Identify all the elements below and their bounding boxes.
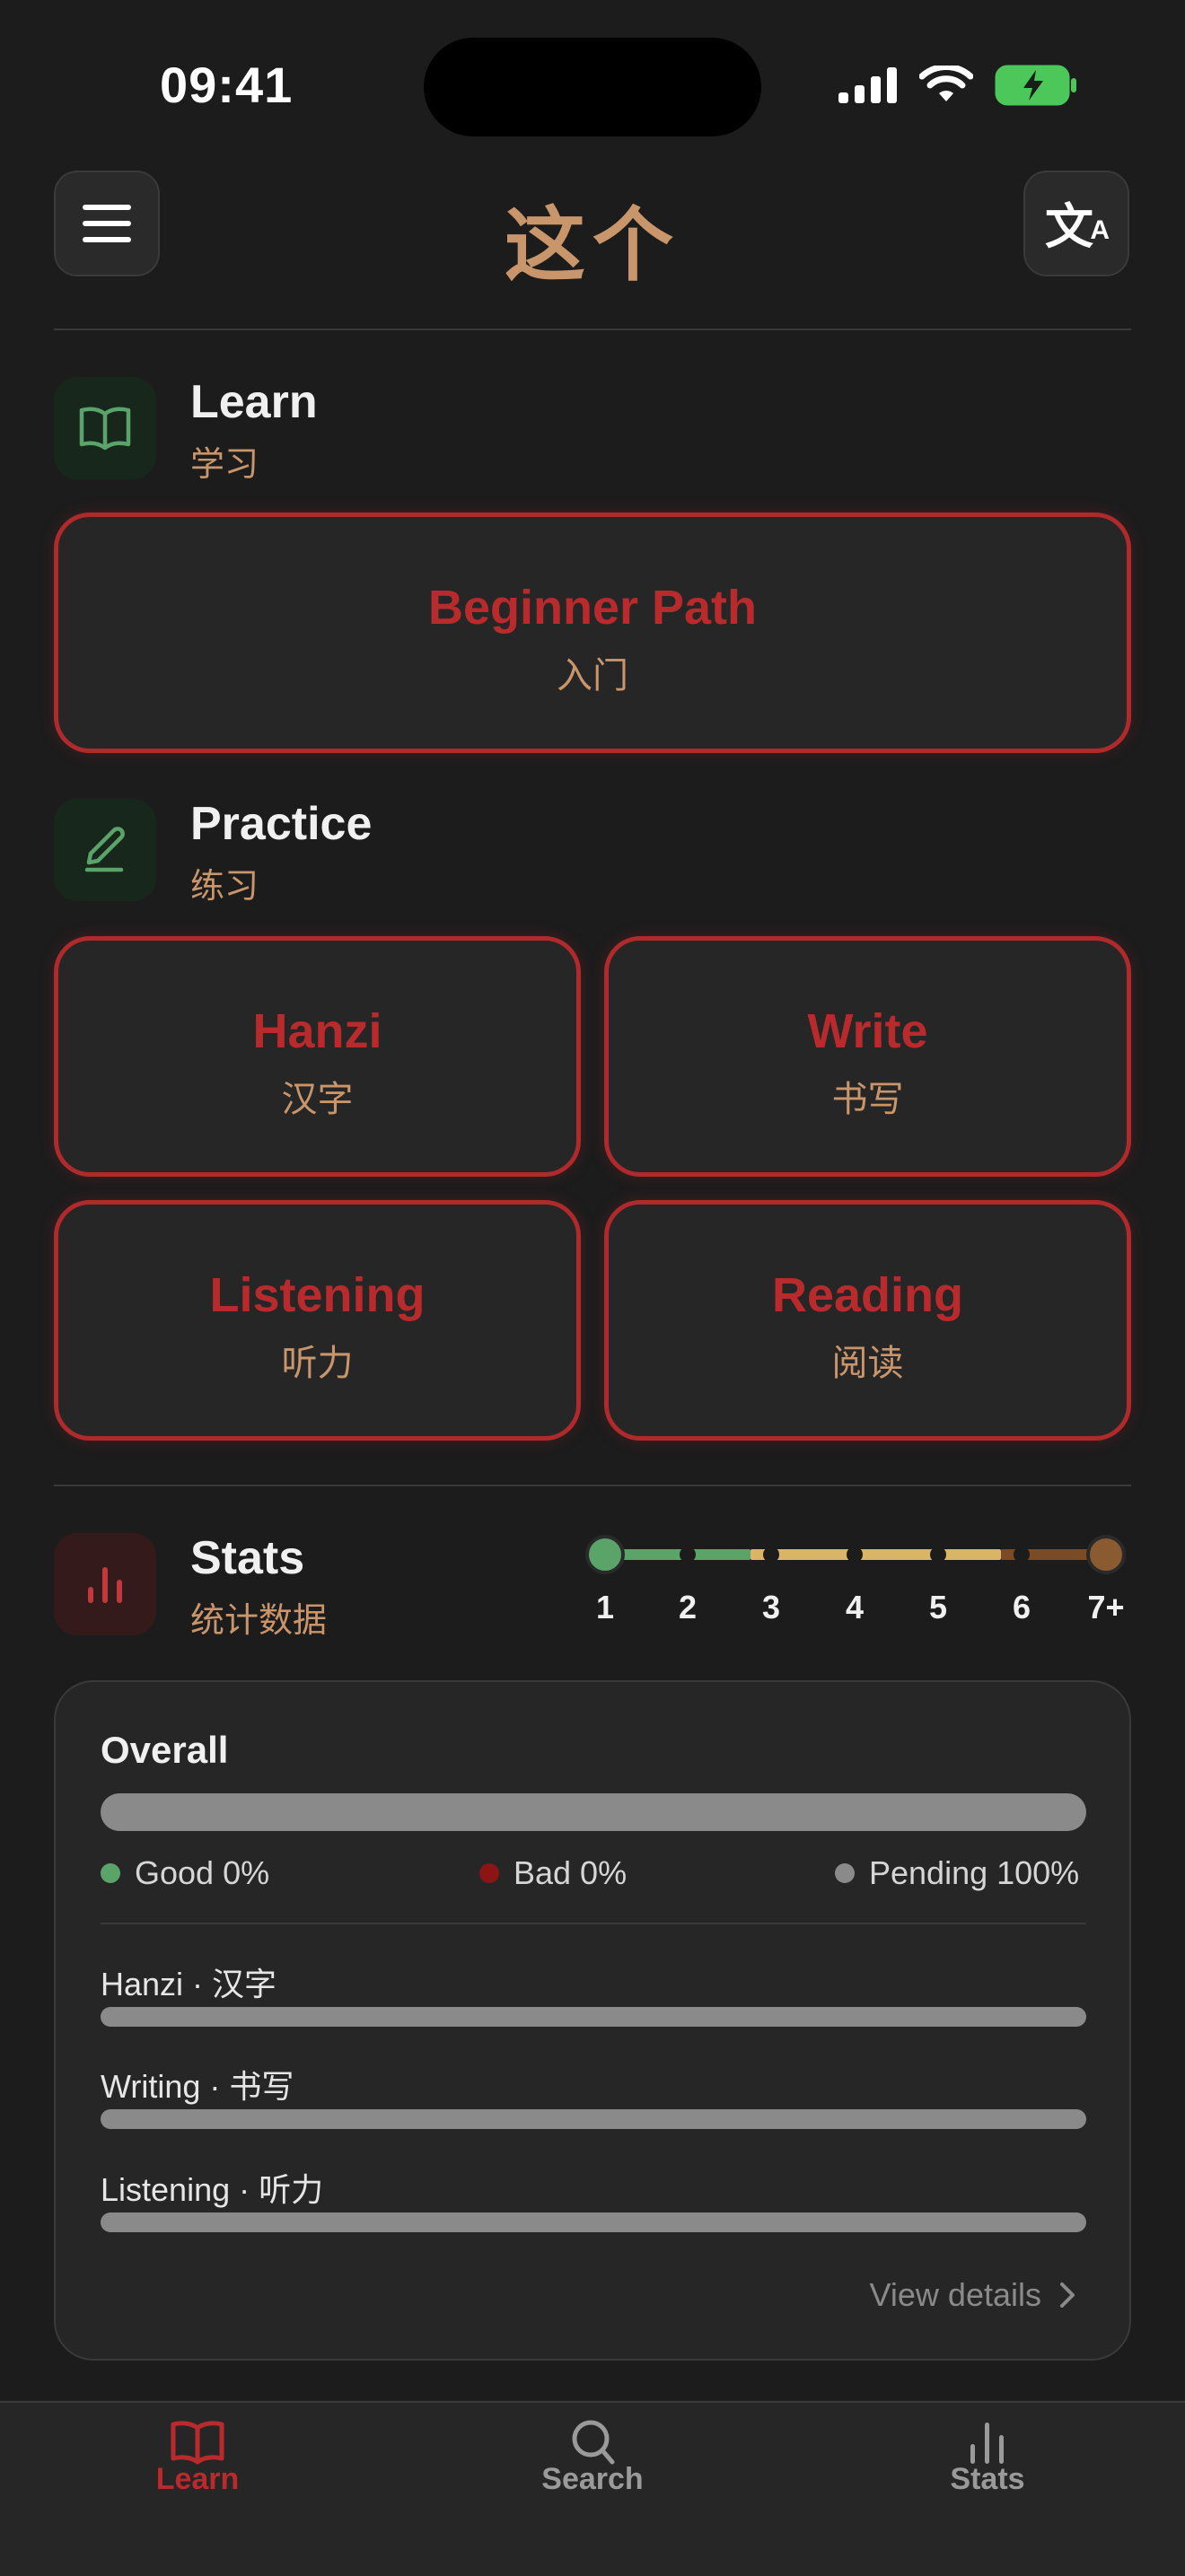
wifi-icon [919, 66, 973, 101]
tab-label: Stats [950, 2462, 1025, 2496]
learn-title: Learn [190, 376, 318, 428]
card-label: Write [807, 1004, 928, 1058]
bar-chart-icon [970, 2423, 1004, 2464]
level-dot-3 [763, 1546, 779, 1563]
tab-label: Search [541, 2462, 644, 2496]
card-label: Listening [209, 1268, 426, 1322]
bar-chart-icon [88, 1567, 122, 1603]
level-label: 3 [761, 1589, 781, 1625]
level-label: 2 [678, 1589, 698, 1625]
card-label: Reading [771, 1268, 964, 1322]
legend-good-label: Good 0% [135, 1854, 270, 1891]
card-sublabel: 听力 [281, 1344, 354, 1383]
level-scale: 1 2 3 4 5 6 7+ [584, 1526, 1131, 1634]
breakdown-label-hanzi: Hanzi · 汉字 [101, 1966, 277, 2002]
practice-subtitle: 练习 [190, 868, 259, 906]
legend-good: Good 0% [101, 1851, 269, 1896]
breakdown-label-writing: Writing · 书写 [101, 2068, 294, 2105]
card-sublabel: 阅读 [831, 1344, 904, 1383]
level-dot-5 [930, 1546, 946, 1563]
level-label: 7+ [1087, 1589, 1125, 1625]
app-title: 这个 [505, 197, 680, 293]
level-label: 1 [595, 1589, 615, 1625]
status-bar: 09:41 [0, 0, 1185, 171]
level-label: 4 [845, 1589, 865, 1625]
practice-section-header: Practice 练习 [54, 798, 1131, 907]
overall-stats-panel: Overall Good 0% Bad 0% Pending 100% Hanz… [54, 1680, 1131, 2361]
level-label: 5 [928, 1589, 948, 1625]
overall-title: Overall [101, 1729, 229, 1771]
level-scale-labels: 1 2 3 4 5 6 7+ [584, 1589, 1131, 1634]
level-label: 6 [1012, 1589, 1031, 1625]
language-button[interactable]: 文 A [1023, 171, 1129, 276]
beginner-path-card[interactable]: Beginner Path 入门 [54, 513, 1131, 753]
card-label: Hanzi [252, 1004, 382, 1058]
learn-section-header: Learn 学习 [54, 376, 1131, 485]
status-time: 09:41 [160, 57, 294, 113]
battery-charging-icon [995, 65, 1076, 106]
open-book-icon [79, 407, 131, 451]
legend-pending: Pending 100% [835, 1851, 1079, 1896]
card-sublabel: 书写 [831, 1080, 904, 1119]
stats-subtitle: 统计数据 [190, 1602, 328, 1640]
chevron-right-icon [1060, 2282, 1075, 2308]
level-scale-track [585, 1535, 1126, 1574]
breakdown-label-listening: Listening · 听力 [101, 2171, 324, 2208]
status-icons [838, 65, 1077, 106]
stats-title: Stats [190, 1532, 305, 1584]
tab-learn[interactable]: Learn [90, 2419, 305, 2509]
tab-stats[interactable]: Stats [880, 2419, 1095, 2509]
level-dot-2 [680, 1546, 696, 1563]
breakdown-bar-hanzi [101, 2007, 1086, 2027]
breakdown-bar-listening [101, 2212, 1086, 2232]
card-label: Beginner Path [427, 581, 758, 635]
dynamic-island [424, 38, 761, 136]
card-sublabel: 入门 [557, 656, 628, 696]
card-sublabel: 汉字 [281, 1080, 354, 1119]
overall-progress-bar [101, 1793, 1086, 1831]
learn-subtitle: 学习 [190, 446, 259, 484]
panel-divider [101, 1923, 1086, 1924]
stats-section-icon-badge [54, 1533, 156, 1635]
learn-section-icon-badge [54, 377, 156, 479]
view-details-link[interactable]: View details [870, 2276, 1075, 2314]
legend-bad-label: Bad 0% [514, 1854, 628, 1891]
level-dot-4 [847, 1546, 863, 1563]
legend-bad: Bad 0% [479, 1851, 627, 1896]
translate-icon-sub: A [1090, 215, 1110, 245]
practice-card-write[interactable]: Write 书写 [604, 936, 1131, 1177]
level-dot-6 [1014, 1546, 1030, 1563]
level-dot-7 [1086, 1535, 1126, 1574]
tab-search[interactable]: Search [485, 2419, 700, 2509]
app-header: 这个 文 A [0, 171, 1185, 330]
practice-card-hanzi[interactable]: Hanzi 汉字 [54, 936, 581, 1177]
practice-card-reading[interactable]: Reading 阅读 [604, 1200, 1131, 1441]
breakdown-bar-writing [101, 2109, 1086, 2129]
tab-label: Learn [155, 2462, 240, 2496]
tab-bar: Learn Search Stats [0, 2401, 1185, 2576]
legend-pending-label: Pending 100% [869, 1854, 1080, 1891]
practice-card-listening[interactable]: Listening 听力 [54, 1200, 581, 1441]
practice-section-icon-badge [54, 799, 156, 901]
pencil-icon [84, 827, 125, 872]
level-dot-1 [585, 1535, 625, 1574]
header-divider [54, 329, 1131, 330]
search-icon [572, 2420, 615, 2465]
view-details-label: View details [869, 2276, 1041, 2313]
translate-icon: 文 [1045, 199, 1093, 254]
cellular-signal-icon [838, 67, 897, 103]
practice-title: Practice [190, 798, 373, 850]
open-book-icon [171, 2421, 224, 2465]
legend-pending-dot [835, 1863, 855, 1883]
app-screen: 09:41 这个 文 A Learn 学习 Beginner Path 入门 P… [0, 0, 1185, 2576]
legend-bad-dot [479, 1863, 499, 1883]
legend-good-dot [101, 1863, 120, 1883]
practice-divider [54, 1485, 1131, 1486]
